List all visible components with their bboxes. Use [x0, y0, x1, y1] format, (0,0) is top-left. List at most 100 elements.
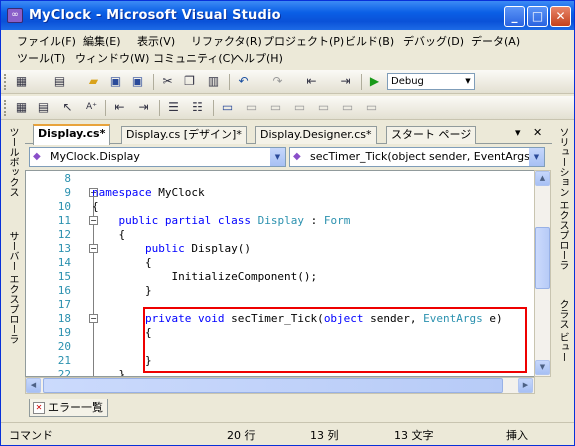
next-bookmark-folder-icon[interactable]: ▭ [315, 99, 332, 116]
line-number: 14 [57, 256, 71, 269]
start-debugging-icon[interactable]: ▶ [366, 73, 383, 90]
menu-project[interactable]: プロジェクト(P) [263, 33, 344, 50]
menu-build[interactable]: ビルド(B) [345, 33, 394, 50]
status-bar: コマンド 20 行 13 列 13 文字 挿入 [1, 422, 574, 445]
code-line-10: { [92, 200, 99, 213]
object-members-icon[interactable]: ▦ [13, 99, 30, 116]
tab-display-designer-view[interactable]: Display.cs [デザイン]* [121, 126, 247, 144]
line-number: 16 [57, 284, 71, 297]
clear-bookmarks-icon[interactable]: ▭ [363, 99, 380, 116]
right-dock-panel: ソリューション エクスプローラ クラス ビュー [553, 121, 573, 411]
menu-view[interactable]: 表示(V) [137, 33, 175, 50]
line-number: 13 [57, 242, 71, 255]
window-title: MyClock - Microsoft Visual Studio [29, 8, 281, 23]
tab-start-page[interactable]: スタート ページ [386, 126, 477, 144]
status-character: 13 文字 [394, 429, 434, 442]
solution-explorer-tab[interactable]: ソリューション エクスプローラ [555, 127, 570, 270]
toggle-bookmark-icon[interactable]: ▭ [219, 99, 236, 116]
code-line-16: } [92, 284, 152, 297]
complete-word-icon[interactable]: A⁺ [83, 99, 100, 116]
horizontal-scrollbar[interactable]: ◀ ▶ [25, 377, 535, 394]
document-tabs: Display.cs* Display.cs [デザイン]* Display.D… [25, 123, 552, 145]
undo-icon[interactable]: ↶ [235, 73, 252, 90]
menu-file[interactable]: ファイル(F) [17, 33, 76, 50]
minimize-button[interactable]: _ [504, 6, 525, 27]
status-message: コマンド [9, 429, 53, 442]
navigate-forward-icon[interactable]: ⇥ [337, 73, 354, 90]
redo-icon[interactable]: ↷ [269, 73, 286, 90]
next-bookmark-icon[interactable]: ▭ [267, 99, 284, 116]
toolbar-grip[interactable] [4, 100, 7, 116]
comment-out-icon[interactable]: ☰ [165, 99, 182, 116]
toolbox-tab[interactable]: ツールボックス [5, 127, 20, 197]
maximize-button[interactable]: □ [527, 6, 548, 27]
highlight-box [143, 307, 527, 373]
scroll-down-icon[interactable]: ▼ [535, 360, 550, 375]
server-explorer-tab[interactable]: サーバー エクスプローラ [5, 231, 20, 344]
copy-icon[interactable]: ❐ [181, 73, 198, 90]
scroll-right-icon[interactable]: ▶ [518, 378, 533, 393]
menu-window[interactable]: ウィンドウ(W) [75, 50, 149, 67]
parameter-info-icon[interactable]: ▤ [35, 99, 52, 116]
vertical-scrollbar[interactable]: ▲ ▼ [534, 170, 551, 377]
error-list-icon: ✕ [33, 402, 45, 414]
close-document-icon[interactable]: ✕ [533, 126, 542, 139]
close-button[interactable]: ✕ [550, 6, 571, 27]
type-combo-value: MyClock.Display [50, 150, 140, 163]
error-list-label: エラー一覧 [48, 401, 103, 414]
status-line: 20 行 [227, 429, 256, 442]
previous-bookmark-document-icon[interactable]: ▭ [339, 99, 356, 116]
member-combo-value: secTimer_Tick(object sender, EventArgs e… [310, 150, 545, 163]
code-line-15: InitializeComponent(); [92, 270, 318, 283]
type-combo[interactable]: ◆ MyClock.Display ▼ [29, 147, 286, 167]
cut-icon[interactable]: ✂ [159, 73, 176, 90]
scroll-up-icon[interactable]: ▲ [535, 171, 550, 186]
line-number: 10 [57, 200, 71, 213]
new-project-icon[interactable]: ▦ [13, 73, 30, 90]
line-number: 22 [57, 368, 71, 377]
error-list-tab[interactable]: ✕ エラー一覧 [29, 399, 108, 417]
scroll-left-icon[interactable]: ◀ [26, 378, 41, 393]
save-icon[interactable]: ▣ [107, 73, 124, 90]
chevron-down-icon: ▼ [465, 77, 471, 85]
menu-edit[interactable]: 編集(E) [83, 33, 121, 50]
menu-tools[interactable]: ツール(T) [17, 50, 65, 67]
menu-refactor[interactable]: リファクタ(R) [191, 33, 262, 50]
quick-info-icon[interactable]: ↖ [59, 99, 76, 116]
toolbar-grip[interactable] [4, 74, 7, 90]
paste-icon[interactable]: ▥ [205, 73, 222, 90]
code-editor[interactable]: 8 9 10 11 12 13 14 15 16 17 18 19 20 21 … [25, 170, 535, 377]
open-folder-icon[interactable]: ▰ [85, 73, 102, 90]
horizontal-scroll-thumb[interactable] [43, 378, 503, 393]
left-dock-panel: ツールボックス サーバー エクスプローラ [3, 121, 23, 411]
tab-display-designer-cs[interactable]: Display.Designer.cs* [255, 126, 377, 144]
menu-help[interactable]: ヘルプ(H) [233, 50, 283, 67]
class-icon: ◆ [33, 151, 41, 162]
line-number: 21 [57, 354, 71, 367]
add-item-icon[interactable]: ▤ [51, 73, 68, 90]
save-all-icon[interactable]: ▣ [129, 73, 146, 90]
chevron-down-icon: ▼ [529, 148, 544, 166]
vertical-scroll-thumb[interactable] [535, 227, 550, 289]
class-view-tab[interactable]: クラス ビュー [555, 299, 570, 362]
member-combo[interactable]: ◆ secTimer_Tick(object sender, EventArgs… [289, 147, 545, 167]
navigate-backward-icon[interactable]: ⇤ [303, 73, 320, 90]
tab-dropdown-icon[interactable]: ▾ [515, 126, 521, 139]
previous-bookmark-icon[interactable]: ▭ [243, 99, 260, 116]
uncomment-icon[interactable]: ☷ [189, 99, 206, 116]
solution-configuration-combo[interactable]: Debug ▼ [387, 73, 475, 90]
previous-bookmark-folder-icon[interactable]: ▭ [291, 99, 308, 116]
line-number: 15 [57, 270, 71, 283]
menu-community[interactable]: コミュニティ(C) [153, 50, 235, 67]
code-line-22: } [92, 368, 126, 377]
increase-indent-icon[interactable]: ⇥ [135, 99, 152, 116]
line-number: 18 [57, 312, 71, 325]
code-line-13: public Display() [144, 242, 251, 255]
tab-display-cs[interactable]: Display.cs* [33, 124, 111, 145]
code-line-12: { [92, 228, 126, 241]
line-number: 9 [64, 186, 71, 199]
menu-debug[interactable]: デバッグ(D) [403, 33, 464, 50]
menu-data[interactable]: データ(A) [471, 33, 520, 50]
decrease-indent-icon[interactable]: ⇤ [111, 99, 128, 116]
menu-bar: ファイル(F) 編集(E) 表示(V) リファクタ(R) プロジェクト(P) ビ… [1, 31, 574, 69]
